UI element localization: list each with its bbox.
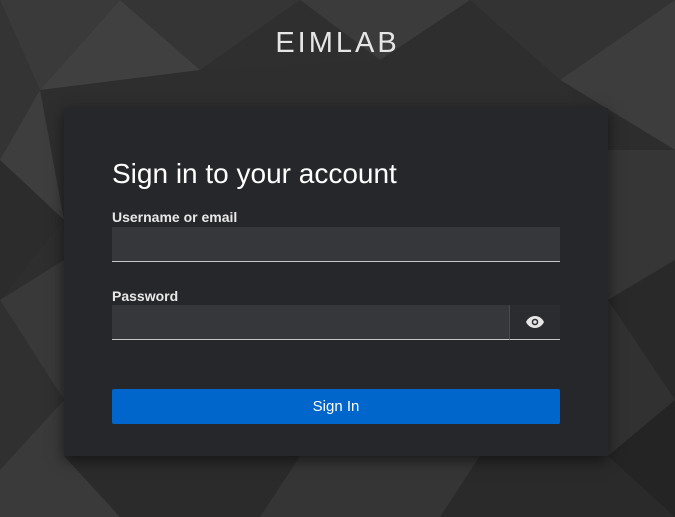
page-title: Sign in to your account xyxy=(112,158,397,189)
password-input[interactable] xyxy=(112,305,509,340)
brand-logo: EIMLAB xyxy=(275,27,400,59)
password-label: Password xyxy=(112,288,179,304)
sign-in-button[interactable]: Sign In xyxy=(112,389,560,424)
eye-icon xyxy=(526,316,544,328)
show-password-button[interactable] xyxy=(509,305,560,340)
username-input[interactable] xyxy=(112,227,560,262)
username-label: Username or email xyxy=(112,209,238,225)
login-card: Sign in to your account Username or emai… xyxy=(64,108,608,456)
